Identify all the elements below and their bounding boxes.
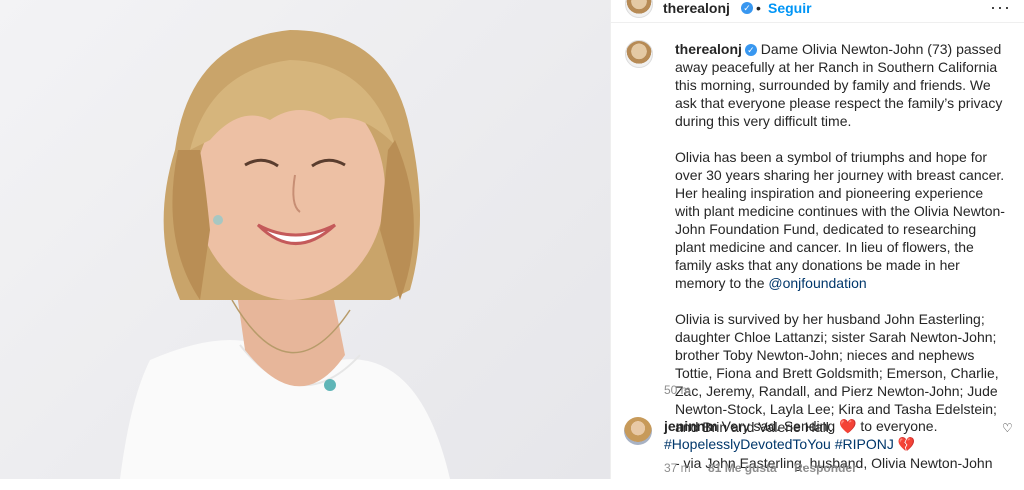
comment-body-start: Very sad. Sending [721, 418, 840, 434]
comment-text: jeninnm Very sad. Sending ❤️ to everyone… [664, 417, 984, 453]
comment-hashtags[interactable]: #HopelesslyDevotedToYou #RIPONJ [664, 436, 894, 452]
comment-username[interactable]: jeninnm [664, 418, 718, 434]
commenter-avatar[interactable] [624, 417, 652, 445]
header-separator: • [756, 0, 761, 16]
comment-body-end: to everyone. [856, 418, 938, 434]
caption-avatar[interactable] [625, 40, 653, 68]
caption-time[interactable]: 50 m [664, 383, 691, 397]
verified-badge-icon: ✓ [744, 44, 757, 57]
follow-button[interactable]: Seguir [768, 0, 812, 16]
post-header: therealonj ✓ • Seguir ··· [611, 0, 1024, 23]
post-photo[interactable] [0, 0, 610, 479]
post-side-panel: therealonj ✓ • Seguir ··· therealonj ✓ Da… [610, 0, 1024, 479]
comment-time[interactable]: 37 m [664, 461, 691, 475]
foundation-mention-link[interactable]: @onjfoundation [768, 275, 866, 291]
caption-username[interactable]: therealonj [675, 41, 742, 57]
reply-button[interactable]: Responder [794, 461, 857, 475]
header-username[interactable]: therealonj [663, 0, 730, 16]
broken-heart-emoji: 💔 [897, 436, 916, 452]
more-options-icon[interactable]: ··· [990, 0, 1011, 18]
red-heart-emoji: ❤️ [839, 418, 857, 434]
caption-paragraph-2: Olivia has been a symbol of triumphs and… [675, 149, 1005, 291]
comment-like-heart-icon[interactable]: ♡ [1002, 421, 1013, 435]
comment-meta: 37 m 81 Me gusta Responder [664, 461, 871, 475]
portrait-image [120, 30, 450, 479]
verified-badge-icon: ✓ [741, 2, 753, 14]
author-avatar[interactable] [625, 0, 653, 18]
comment-likes-count[interactable]: 81 Me gusta [708, 461, 777, 475]
